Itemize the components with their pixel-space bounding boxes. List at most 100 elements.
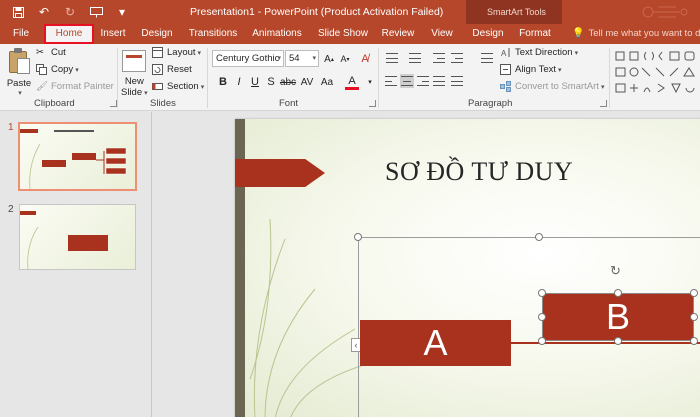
tab-insert[interactable]: Insert [98, 24, 128, 44]
node-resize-handle[interactable] [614, 289, 622, 297]
thumbnail-number: 2 [8, 204, 14, 215]
align-text-button[interactable]: Align Text ▾ [500, 64, 562, 75]
node-resize-handle[interactable] [538, 313, 546, 321]
paste-button[interactable]: Paste ▾ [6, 48, 32, 97]
tab-smartart-format[interactable]: Format [519, 24, 551, 44]
smartart-resize-handle[interactable] [535, 233, 543, 241]
font-size-value: 54 [289, 53, 300, 64]
tab-design[interactable]: Design [141, 24, 173, 44]
slide-1-preview [20, 129, 127, 190]
customize-qat-icon[interactable]: ▾ [112, 3, 132, 21]
tab-slide-show[interactable]: Slide Show [318, 24, 368, 44]
columns-icon[interactable] [450, 74, 464, 88]
clipboard-launcher-icon[interactable] [110, 100, 117, 107]
save-icon[interactable] [8, 3, 28, 21]
clear-formatting-icon[interactable]: A̸ [358, 51, 372, 67]
shapes-gallery[interactable] [612, 48, 700, 96]
shadow-icon[interactable]: S [264, 74, 278, 90]
slide-title[interactable]: SƠ ĐỒ TƯ DUY [385, 157, 573, 187]
paintbrush-icon: 🖌 [36, 81, 49, 92]
convert-smartart-button[interactable]: Convert to SmartArt ▾ [500, 81, 604, 92]
text-direction-button[interactable]: A Text Direction ▾ [500, 47, 578, 58]
format-painter-button[interactable]: 🖌 Format Painter [36, 81, 114, 92]
justify-icon[interactable] [432, 74, 446, 88]
window-title: Presentation1 - PowerPoint (Product Acti… [190, 6, 444, 18]
decrease-indent-icon[interactable] [432, 51, 446, 65]
node-resize-handle[interactable] [690, 289, 698, 297]
copy-button[interactable]: Copy ▾ [36, 64, 79, 75]
font-launcher-icon[interactable] [369, 100, 376, 107]
new-slide-dropdown-icon[interactable]: ▾ [144, 89, 148, 97]
numbering-icon[interactable] [408, 51, 422, 65]
align-left-icon[interactable] [384, 74, 398, 88]
smartart-node-a[interactable]: A [360, 320, 511, 366]
redo-icon[interactable]: ↻ [60, 3, 80, 21]
reset-button[interactable]: Reset [152, 64, 192, 75]
ribbon: Paste ▾ ✂ Cut Copy ▾ 🖌 Format Painter Clipb… [0, 44, 700, 111]
undo-icon[interactable]: ↶ [34, 3, 54, 21]
increase-indent-icon[interactable] [450, 51, 464, 65]
font-family-select[interactable]: Century Gothic ▾ [212, 50, 284, 67]
font-color-dropdown-icon[interactable]: ▾ [363, 74, 377, 90]
paste-label: Paste [6, 78, 32, 89]
reset-icon [152, 64, 164, 75]
tell-me-text: Tell me what you want to do... [588, 28, 700, 39]
new-slide-button[interactable]: New Slide ▾ [121, 48, 148, 98]
slide-thumbnails-pane: 1 2 [0, 112, 152, 417]
section-icon [152, 81, 164, 92]
italic-icon[interactable]: I [232, 74, 246, 90]
tab-animations[interactable]: Animations [251, 24, 303, 44]
change-case-icon[interactable]: Aa [320, 74, 334, 90]
node-resize-handle[interactable] [690, 337, 698, 345]
smartart-resize-handle[interactable] [354, 233, 362, 241]
bullets-icon[interactable] [385, 51, 399, 65]
node-resize-handle[interactable] [538, 337, 546, 345]
reset-label: Reset [167, 64, 192, 75]
slide-2-preview [20, 211, 108, 270]
node-resize-handle[interactable] [538, 289, 546, 297]
slides-group-label: Slides [150, 98, 176, 109]
font-size-select[interactable]: 54 ▾ [285, 50, 319, 67]
character-spacing-icon[interactable]: AV [300, 74, 314, 90]
font-family-dropdown-icon: ▾ [277, 55, 281, 62]
convert-smartart-label: Convert to SmartArt [515, 81, 599, 92]
tab-file[interactable]: File [8, 24, 34, 44]
layout-button[interactable]: Layout ▾ [152, 47, 201, 58]
paste-dropdown-icon[interactable]: ▾ [18, 89, 22, 97]
tab-smartart-design[interactable]: Design [472, 24, 504, 44]
tab-home[interactable]: Home [44, 24, 94, 44]
section-button[interactable]: Section ▾ [152, 81, 204, 92]
cut-button[interactable]: ✂ Cut [36, 47, 66, 58]
decrease-font-size-icon[interactable]: A ▾ [338, 51, 352, 67]
start-slideshow-icon[interactable] [86, 3, 106, 21]
node-resize-handle[interactable] [614, 337, 622, 345]
slide-editing-area: SƠ ĐỒ TƯ DUY ‹ A B ↻ [153, 112, 700, 417]
format-painter-label: Format Painter [51, 81, 114, 92]
slide-thumbnail-2[interactable] [19, 204, 136, 270]
slide-thumbnail-1[interactable] [18, 122, 137, 191]
align-center-icon[interactable] [400, 74, 414, 88]
text-direction-icon: A [500, 47, 512, 58]
svg-text:A: A [501, 49, 507, 58]
line-spacing-icon[interactable] [480, 51, 494, 65]
underline-icon[interactable]: U [248, 74, 262, 90]
rotate-handle-icon[interactable]: ↻ [610, 263, 621, 279]
current-slide[interactable]: SƠ ĐỒ TƯ DUY ‹ A B ↻ [235, 119, 700, 417]
tab-review[interactable]: Review [381, 24, 415, 44]
tell-me-box[interactable]: 💡 Tell me what you want to do... [572, 24, 700, 44]
paragraph-group-label: Paragraph [468, 98, 513, 109]
align-right-icon[interactable] [416, 74, 430, 88]
tab-transitions[interactable]: Transitions [188, 24, 238, 44]
layout-icon [152, 47, 164, 58]
smartart-node-b[interactable]: B [542, 293, 694, 341]
strikethrough-icon[interactable]: abc [280, 74, 296, 90]
node-resize-handle[interactable] [690, 313, 698, 321]
tab-view[interactable]: View [428, 24, 456, 44]
new-slide-icon [122, 50, 147, 72]
paragraph-launcher-icon[interactable] [600, 100, 607, 107]
font-color-icon[interactable]: A [345, 74, 359, 90]
smartart-tools-label: SmartArt Tools [487, 7, 546, 17]
bold-icon[interactable]: B [216, 74, 230, 90]
cut-label: Cut [51, 47, 66, 58]
increase-font-size-icon[interactable]: A ▴ [322, 51, 336, 67]
